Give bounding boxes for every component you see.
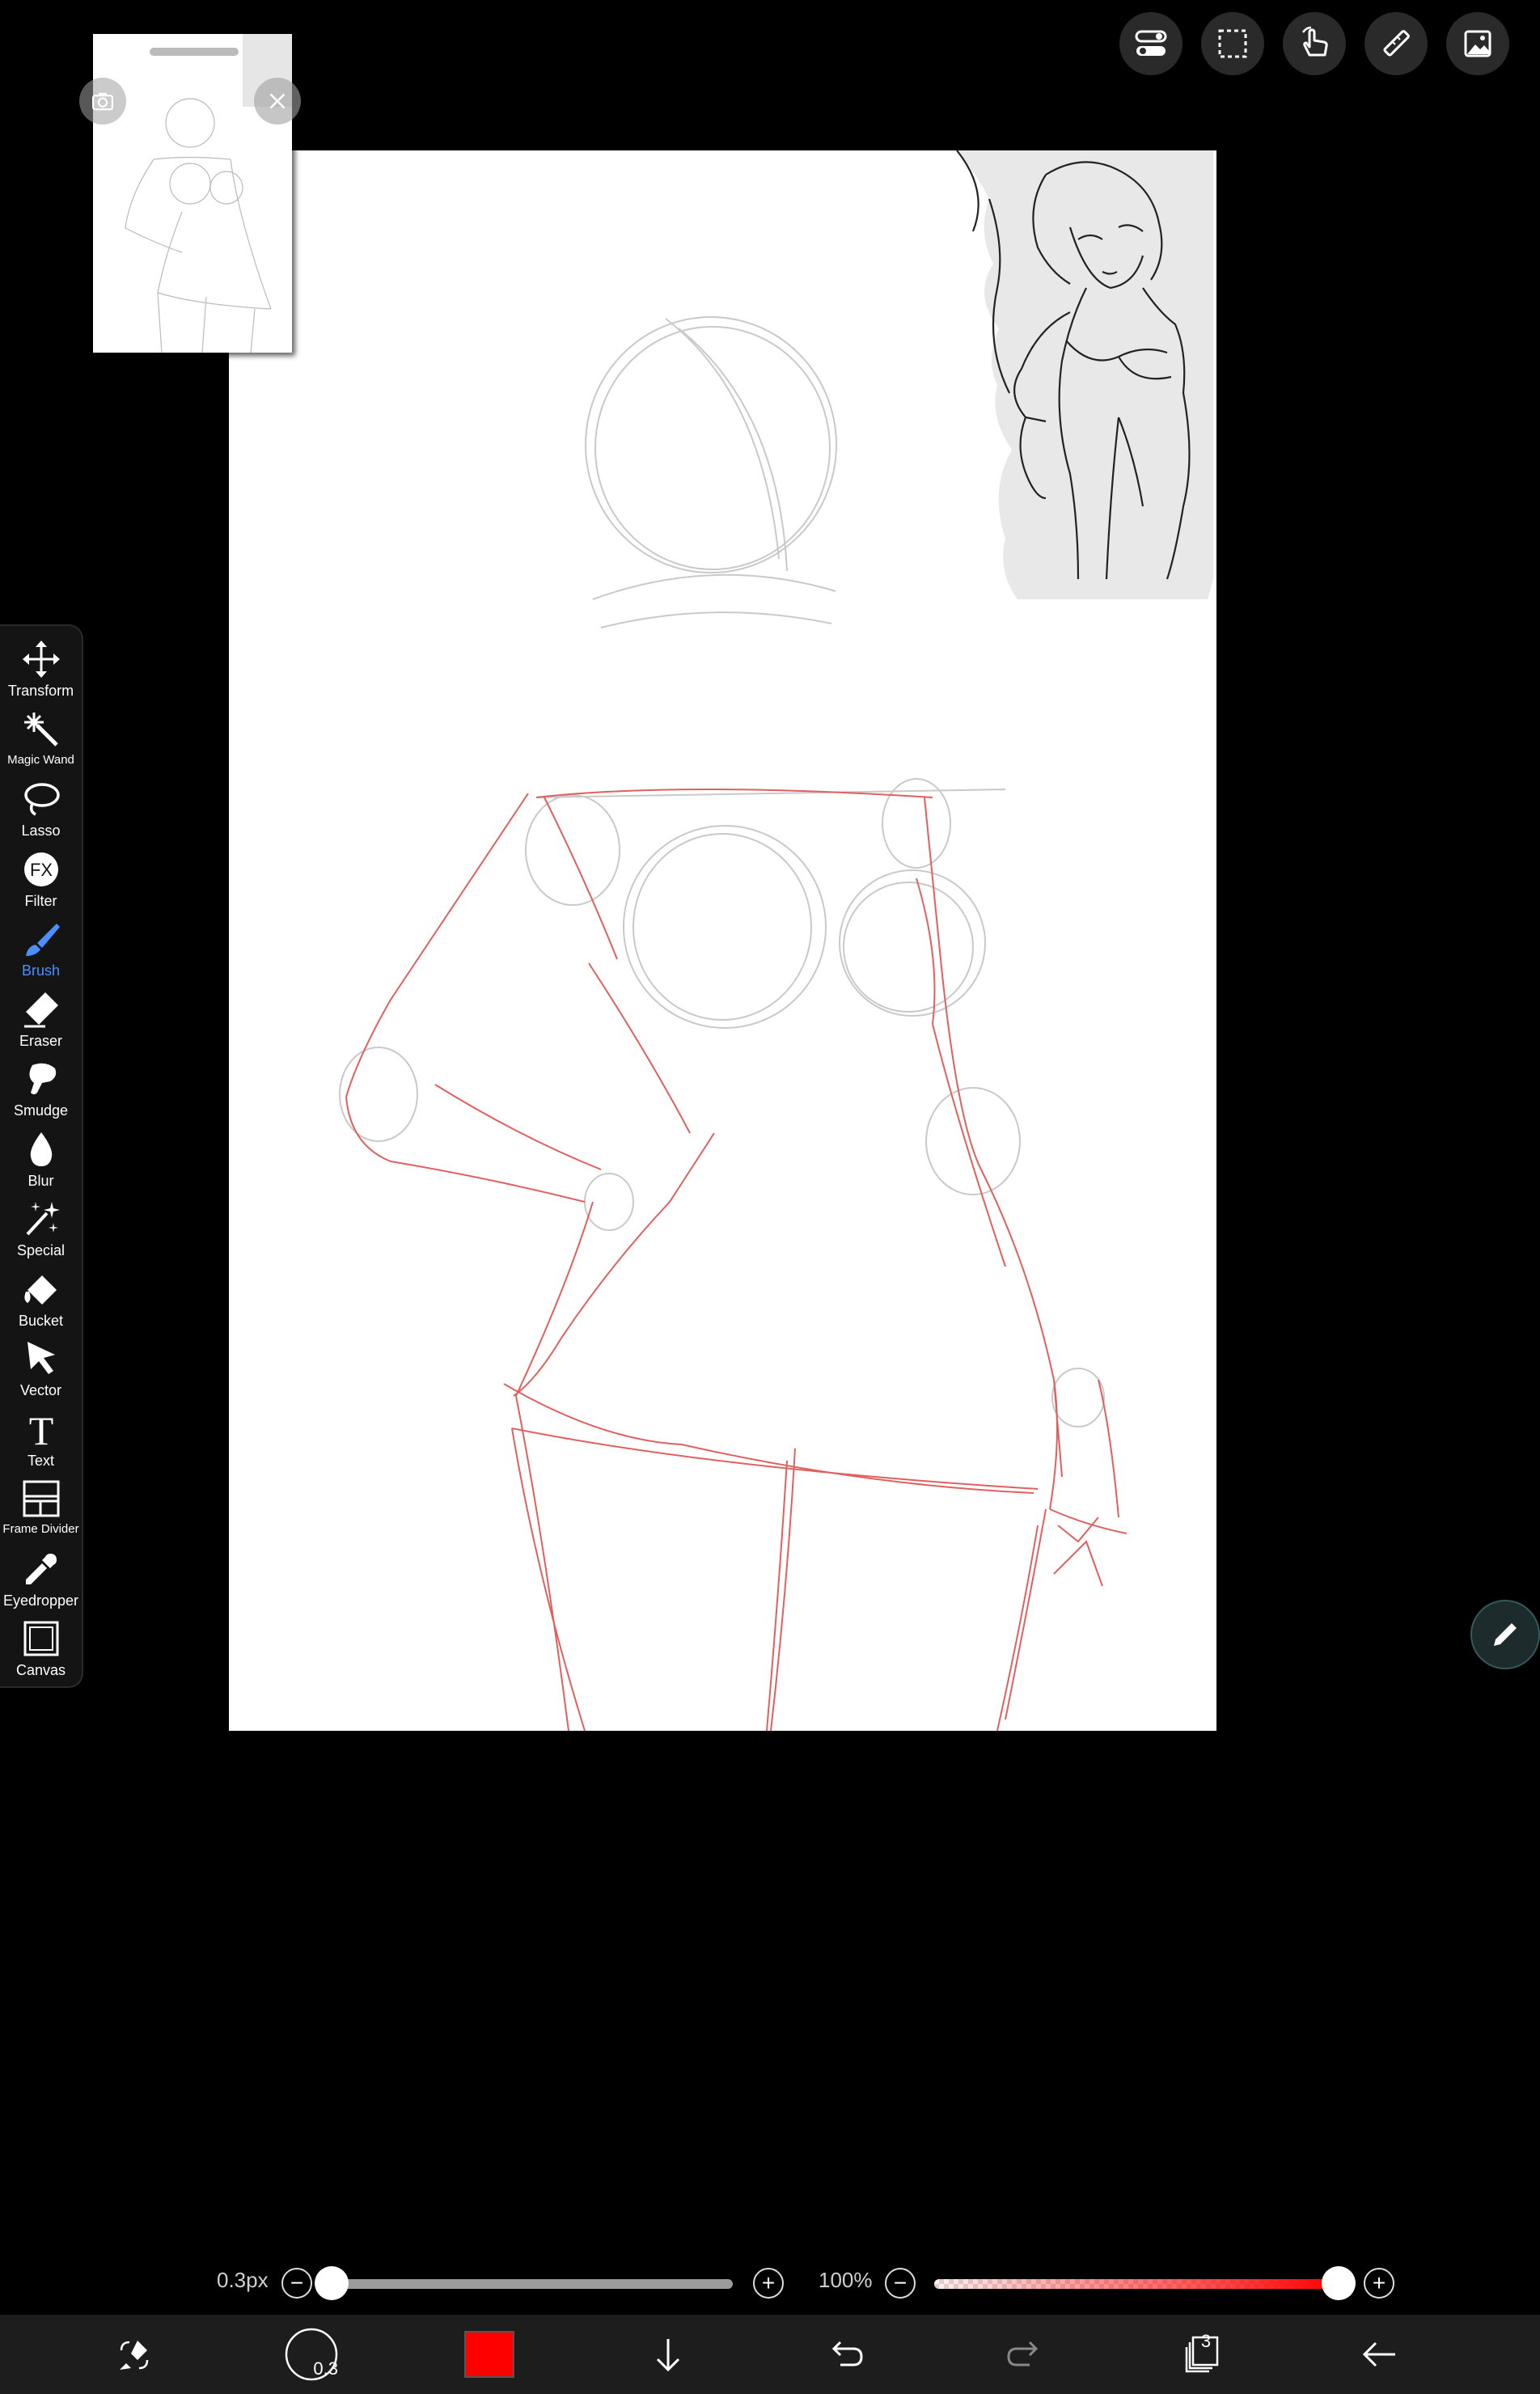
lasso-icon	[23, 783, 60, 816]
redo-button[interactable]	[996, 2326, 1052, 2383]
tool-label: Blur	[28, 1172, 54, 1189]
svg-text:FX: FX	[29, 860, 52, 880]
tool-magic-wand[interactable]: Magic Wand	[1, 706, 82, 776]
bottom-toolbar: 0.3 3	[0, 2315, 1540, 2394]
tool-vector[interactable]: Vector	[1, 1335, 82, 1406]
tool-smudge[interactable]: Smudge	[1, 1055, 82, 1126]
tool-frame-divider[interactable]: Frame Divider	[1, 1475, 82, 1546]
brush-size-value: 0.3px	[217, 2268, 269, 2292]
material-button[interactable]	[1446, 12, 1509, 75]
tool-label: Magic Wand	[7, 752, 74, 767]
tool-special[interactable]: Special	[1, 1195, 82, 1266]
color-picker-button[interactable]	[461, 2326, 518, 2383]
back-arrow-icon	[1362, 2341, 1395, 2367]
camera-icon	[92, 92, 113, 111]
settings-toggle-button[interactable]	[1119, 12, 1182, 75]
bucket-icon	[23, 1275, 57, 1305]
hand-gesture-icon	[1301, 26, 1328, 57]
opacity-increase-button[interactable]: +	[1364, 2268, 1394, 2299]
swap-tools-button[interactable]	[107, 2326, 163, 2383]
swap-tools-icon	[120, 2341, 149, 2370]
navigator-thumbnail	[125, 34, 292, 353]
tool-lasso[interactable]: Lasso	[1, 776, 82, 846]
undo-button[interactable]	[818, 2326, 874, 2383]
navigator-camera-button[interactable]	[79, 78, 126, 125]
move-arrows-icon	[22, 641, 60, 678]
tool-label: Smudge	[13, 1102, 69, 1119]
selection-button[interactable]	[1201, 12, 1264, 75]
undo-icon	[831, 2341, 863, 2367]
brush-size-decrease-button[interactable]: −	[281, 2268, 312, 2299]
tool-panel: Transform Magic Wand Lasso FX Filter Bru	[0, 624, 83, 1688]
settings-toggle-icon	[1135, 30, 1167, 56]
reference-image	[956, 150, 1213, 599]
cursor-arrow-icon	[27, 1342, 55, 1374]
layer-count: 3	[1200, 2331, 1212, 2351]
pencil-icon	[1494, 1623, 1517, 1646]
tool-label: Special	[16, 1242, 66, 1258]
eyedropper-icon	[25, 1553, 57, 1584]
quick-brush-button[interactable]	[1470, 1600, 1540, 1669]
tool-filter[interactable]: FX Filter	[1, 846, 82, 916]
brush-size-slider[interactable]	[332, 2279, 733, 2289]
tool-label: Eraser	[19, 1032, 62, 1049]
tool-eyedropper[interactable]: Eyedropper	[1, 1546, 82, 1616]
text-t-icon: T	[28, 1409, 53, 1449]
drop-icon	[30, 1131, 52, 1166]
tool-label: Canvas	[15, 1662, 66, 1678]
close-icon	[269, 93, 286, 109]
tool-label: Transform	[7, 683, 74, 699]
tool-label: Vector	[19, 1382, 62, 1398]
tool-text[interactable]: T Text	[1, 1406, 82, 1476]
download-arrow-icon	[656, 2339, 680, 2372]
tool-transform[interactable]: Transform	[1, 636, 82, 706]
opacity-slider[interactable]	[934, 2279, 1339, 2289]
frame-divider-icon	[23, 1480, 59, 1517]
tool-bucket[interactable]: Bucket	[1, 1266, 82, 1336]
opacity-value: 100%	[819, 2268, 873, 2292]
canvas-square-icon	[23, 1621, 58, 1656]
brush-icon	[25, 924, 60, 956]
brush-size-increase-button[interactable]: +	[753, 2268, 784, 2299]
sparkle-icon	[26, 1202, 60, 1236]
tool-label: Filter	[24, 892, 57, 909]
brush-sliders: 0.3px − + 100% − +	[0, 2260, 1540, 2305]
smudge-icon	[28, 1063, 56, 1094]
color-swatch	[464, 2331, 514, 2378]
drawing-canvas[interactable]	[229, 150, 1216, 1731]
tool-eraser[interactable]: Eraser	[1, 986, 82, 1056]
fx-icon: FX	[23, 852, 58, 886]
magic-wand-icon	[23, 712, 58, 747]
tool-label: Bucket	[18, 1312, 64, 1329]
navigator-close-button[interactable]	[254, 78, 301, 125]
selection-icon	[1218, 29, 1247, 58]
top-toolbar	[1119, 12, 1509, 75]
svg-text:T: T	[28, 1409, 53, 1449]
opacity-slider-knob[interactable]	[1322, 2266, 1356, 2300]
hand-gesture-button[interactable]	[1283, 12, 1346, 75]
layers-button[interactable]: 3	[1174, 2326, 1230, 2383]
download-button[interactable]	[640, 2326, 696, 2383]
tool-label: Eyedropper	[2, 1592, 79, 1609]
tool-label: Brush	[21, 962, 61, 979]
ruler-button[interactable]	[1364, 12, 1428, 75]
eraser-icon	[23, 992, 58, 1027]
tool-canvas[interactable]: Canvas	[1, 1615, 82, 1686]
brush-size-slider-knob[interactable]	[315, 2266, 349, 2300]
tool-brush[interactable]: Brush	[1, 916, 82, 986]
back-button[interactable]	[1352, 2326, 1408, 2383]
tool-label: Lasso	[21, 823, 61, 839]
ruler-icon	[1383, 30, 1410, 57]
redo-icon	[1007, 2341, 1039, 2367]
tool-blur[interactable]: Blur	[1, 1126, 82, 1196]
brush-size-preview-button[interactable]: 0.3	[283, 2326, 340, 2383]
sketch-artwork	[339, 150, 1213, 1731]
opacity-decrease-button[interactable]: −	[885, 2268, 916, 2299]
brush-size-badge: 0.3	[313, 2358, 338, 2379]
material-icon	[1464, 30, 1491, 57]
navigator-preview[interactable]	[93, 34, 292, 353]
tool-label: Frame Divider	[2, 1522, 79, 1536]
tool-label: Text	[27, 1452, 54, 1469]
